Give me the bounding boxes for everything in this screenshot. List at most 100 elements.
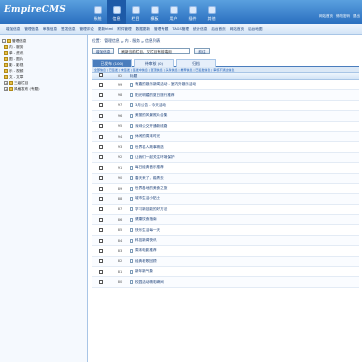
menu-item-template[interactable]: 模板 (145, 0, 164, 24)
row-checkbox[interactable] (99, 155, 103, 160)
row-title-cell[interactable]: 美丽的风景照片合集 (130, 113, 359, 118)
row-title[interactable]: 让我们一起关注环境保护 (135, 155, 175, 160)
row-title[interactable]: 3月公告 - 今天活动 (135, 103, 166, 108)
sidebar-item[interactable]: + 风格发布 (专题) (2, 86, 85, 92)
row-checkbox-cell[interactable] (92, 259, 110, 264)
subnav-item[interactable]: 更新html (98, 27, 113, 32)
row-checkbox-cell[interactable] (92, 124, 110, 129)
row-title-cell[interactable]: 3月公告 - 今天活动 (130, 103, 359, 108)
row-title[interactable]: 每日经典音乐推荐 (135, 165, 164, 170)
row-title-cell[interactable]: 每日经典音乐推荐 (130, 165, 359, 170)
subnav-item[interactable]: 管理专题 (154, 27, 168, 32)
row-title[interactable]: 深圳公交开通新线路 (135, 124, 167, 129)
row-checkbox[interactable] (99, 176, 103, 181)
row-title-cell[interactable]: 阳光明媚的夏日旅行推荐 (130, 93, 359, 98)
row-checkbox-cell[interactable] (92, 217, 110, 222)
table-row[interactable]: 96 美丽的风景照片合集 (92, 111, 359, 122)
menu-item-other[interactable]: 其他 (202, 0, 221, 24)
row-checkbox[interactable] (99, 113, 103, 118)
row-title-cell[interactable]: 周末电影推荐 (130, 248, 359, 253)
expand-icon[interactable]: + (4, 87, 8, 91)
row-checkbox[interactable] (99, 186, 103, 191)
row-title-cell[interactable]: 健康饮食指南 (130, 217, 359, 222)
menu-item-user[interactable]: 用户 (164, 0, 183, 24)
table-row[interactable]: 94 休闲的周末时光 (92, 131, 359, 143)
row-checkbox-cell[interactable] (92, 248, 110, 253)
table-row[interactable]: 93 世界名人故事精选 (92, 142, 359, 153)
table-row[interactable]: 82 经典老歌回顾 (92, 256, 359, 268)
row-checkbox-cell[interactable] (92, 134, 110, 139)
table-row[interactable]: 92 让我们一起关注环境保护 (92, 152, 359, 164)
row-title-cell[interactable]: 校园活动精彩瞬间 (130, 280, 359, 285)
tab-archive[interactable]: 归档 (176, 59, 216, 67)
row-title-cell[interactable]: 让我们一起关注环境保护 (130, 155, 359, 160)
row-title-cell[interactable]: 科技新闻快讯 (130, 238, 359, 243)
column-header-title[interactable]: 标题 (130, 73, 359, 79)
row-title[interactable]: 经典老歌回顾 (135, 259, 157, 264)
row-title[interactable]: 新年新气象 (135, 269, 153, 274)
row-checkbox[interactable] (99, 280, 103, 285)
row-checkbox-cell[interactable] (92, 238, 110, 243)
subnav-item[interactable]: 增加信息 (6, 27, 20, 32)
row-checkbox[interactable] (99, 269, 103, 274)
subnav-item[interactable]: 管理信息 (24, 27, 38, 32)
row-checkbox-cell[interactable] (92, 207, 110, 212)
row-title-cell[interactable]: 世界各地的美食之旅 (130, 186, 359, 191)
menu-item-plugin[interactable]: 插件 (183, 0, 202, 24)
menu-item-system[interactable]: 系统 (88, 0, 107, 24)
column-header-id[interactable]: ID (110, 73, 130, 79)
breadcrumb-item[interactable]: 管理信息 (104, 38, 119, 44)
row-title[interactable]: 周末电影推荐 (135, 248, 157, 253)
row-title-cell[interactable]: 新年新气象 (130, 269, 359, 274)
menu-item-column[interactable]: 栏目 (126, 0, 145, 24)
select-all-checkbox-cell[interactable] (92, 73, 110, 79)
table-row[interactable]: 95 深圳公交开通新线路 (92, 122, 359, 132)
row-title[interactable]: 科技新闻快讯 (135, 238, 157, 243)
row-checkbox-cell[interactable] (92, 176, 110, 181)
collapse-icon[interactable]: - (2, 39, 6, 43)
row-title-cell[interactable]: 春天来了，踏青去 (130, 176, 359, 181)
row-title-cell[interactable]: 休闲的周末时光 (130, 134, 359, 139)
row-checkbox-cell[interactable] (92, 145, 110, 150)
row-checkbox-cell[interactable] (92, 196, 110, 201)
column-select[interactable]: 刷新当前栏目，又栏目有前端用 (118, 47, 191, 54)
row-checkbox[interactable] (99, 217, 103, 222)
breadcrumb-item[interactable]: 内 - 服务 (125, 38, 140, 44)
row-title[interactable]: 春天来了，踏青去 (135, 176, 164, 181)
table-row[interactable]: 88 城市生活小贴士 (92, 194, 359, 205)
subnav-item[interactable]: 审核信息 (43, 27, 57, 32)
table-row[interactable]: 87 学习新技能的好方法 (92, 205, 359, 216)
tab-pending[interactable]: 待审核 (0) (134, 59, 174, 67)
select-all-checkbox[interactable] (99, 73, 103, 77)
table-row[interactable]: 85 快乐生活每一天 (92, 225, 359, 236)
expand-icon[interactable]: + (4, 81, 8, 85)
table-row[interactable]: 86 健康饮食指南 (92, 215, 359, 226)
row-checkbox[interactable] (99, 248, 103, 253)
subnav-item[interactable]: TAGS管理 (172, 27, 189, 32)
row-title[interactable]: 阳光明媚的夏日旅行推荐 (135, 93, 175, 98)
row-checkbox-cell[interactable] (92, 113, 110, 118)
row-title[interactable]: 城市生活小贴士 (135, 196, 160, 201)
table-row[interactable]: 97 3月公告 - 今天活动 (92, 101, 359, 112)
row-checkbox-cell[interactable] (92, 103, 110, 108)
row-checkbox[interactable] (99, 82, 103, 87)
tab-published[interactable]: 已发布 (100) (92, 59, 132, 67)
table-row[interactable]: 81 新年新气象 (92, 267, 359, 278)
row-title[interactable]: 有趣的娱乐新闻活动 - 室内外娱乐活动 (135, 82, 196, 87)
quick-link-logout[interactable]: 退出 (353, 14, 360, 19)
row-checkbox[interactable] (99, 124, 103, 129)
row-title[interactable]: 快乐生活每一天 (135, 228, 160, 233)
subnav-item[interactable]: 网站首页 (230, 27, 244, 32)
row-checkbox[interactable] (99, 103, 103, 108)
row-checkbox-cell[interactable] (92, 93, 110, 98)
row-checkbox[interactable] (99, 228, 103, 233)
row-checkbox-cell[interactable] (92, 82, 110, 87)
quick-link-home[interactable]: 网站首页 (319, 14, 333, 19)
row-title[interactable]: 世界各地的美食之旅 (135, 186, 167, 191)
subnav-item[interactable]: 后台首页 (211, 27, 225, 32)
menu-item-info[interactable]: 信息 (107, 0, 126, 24)
row-checkbox[interactable] (99, 196, 103, 201)
row-checkbox[interactable] (99, 238, 103, 243)
table-row[interactable]: 80 校园活动精彩瞬间 (92, 277, 359, 288)
row-title-cell[interactable]: 快乐生活每一天 (130, 228, 359, 233)
